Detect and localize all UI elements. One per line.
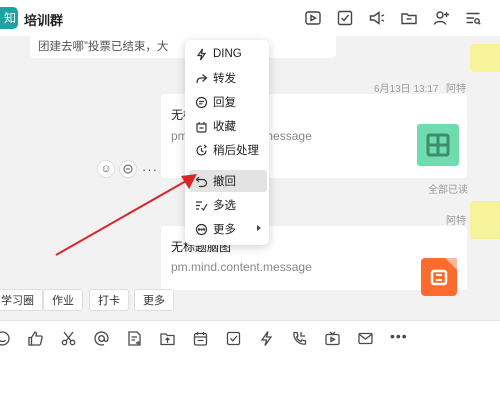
tag-study-circle[interactable]: 学习圈 [0,289,43,311]
ding-icon[interactable] [258,330,275,347]
calendar-icon[interactable] [192,330,209,347]
emoji-icon[interactable] [0,330,11,347]
tag-homework[interactable]: 作业 [43,289,83,311]
composer-toolbar: ••• [0,329,407,347]
upload-icon[interactable] [159,330,176,347]
mention-icon[interactable] [93,330,110,347]
doc-icon[interactable] [126,330,143,347]
live-icon[interactable] [324,330,341,347]
thumbs-up-icon[interactable] [27,330,44,347]
mail-icon[interactable] [357,330,374,347]
phone-icon[interactable] [291,330,308,347]
scissors-icon[interactable] [60,330,77,347]
quick-tags-bar: 学习圈 作业 打卡 更多 [0,289,500,313]
tag-check-in[interactable]: 打卡 [89,289,129,311]
more-icon[interactable]: ••• [390,329,407,347]
tag-more[interactable]: 更多 [134,289,174,311]
task-icon[interactable] [225,330,242,347]
message-composer[interactable]: ••• [0,320,500,408]
